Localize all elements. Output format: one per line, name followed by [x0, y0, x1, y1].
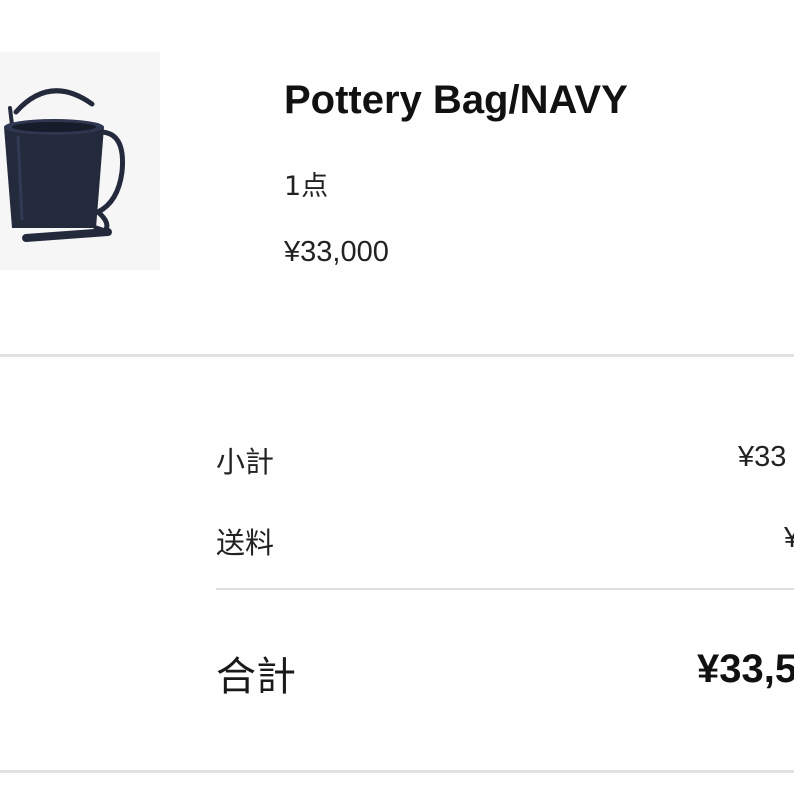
product-name[interactable]: Pottery Bag/NAVY — [284, 78, 628, 123]
product-price: ¥33,000 — [284, 236, 389, 268]
order-item: Pottery Bag/NAVY 1点 ¥33,000 — [0, 0, 794, 356]
summary-divider — [216, 588, 794, 590]
subtotal-label: 小計 — [216, 445, 275, 479]
product-quantity: 1点 — [284, 171, 329, 202]
bottom-divider — [0, 770, 794, 773]
shipping-value: ¥ — [784, 522, 794, 554]
subtotal-value: ¥33 — [738, 441, 787, 473]
total-label: 合計 — [216, 654, 296, 700]
shipping-label: 送料 — [216, 526, 275, 560]
price-summary: 小計 ¥33 送料 ¥ 合計 ¥33,5 — [0, 357, 794, 770]
navy-bucket-bag-image — [0, 52, 160, 270]
total-value: ¥33,5 — [697, 647, 794, 691]
product-image[interactable] — [0, 52, 160, 270]
